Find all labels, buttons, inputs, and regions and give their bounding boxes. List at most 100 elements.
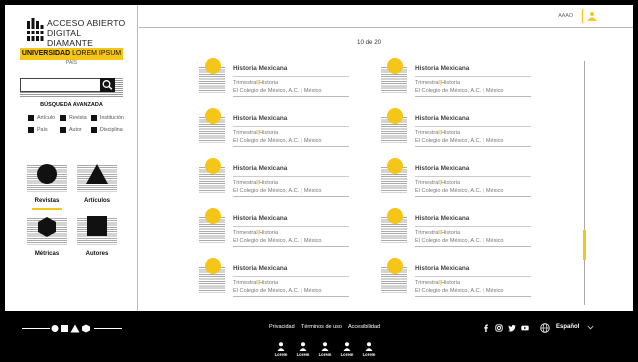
logo-line1: ACCESO ABIERTO [47, 18, 126, 28]
result-title[interactable]: Historia Mexicana [415, 265, 469, 272]
filter-articulo[interactable]: Artículo [28, 115, 55, 121]
result-frequency: Trimestral [233, 280, 258, 286]
result-discipline: Historia [441, 180, 461, 186]
meta-separator: | [482, 238, 485, 244]
card-bottom-rule [233, 96, 349, 97]
filter-disciplina[interactable]: Disciplina [91, 127, 123, 133]
result-card[interactable]: Historia Mexicana Trimestral|Historia El… [381, 58, 531, 97]
top-bar: AAAO [139, 5, 633, 28]
meta-separator: | [300, 188, 303, 194]
filter-label: Artículo [37, 115, 55, 121]
filter-label: Revista [69, 115, 87, 121]
result-discipline: Historia [259, 130, 279, 136]
result-meta-line1: Trimestral|Historia [415, 280, 460, 286]
filter-autor[interactable]: Autor [60, 127, 82, 133]
instagram-icon[interactable] [495, 324, 503, 332]
result-title[interactable]: Historia Mexicana [233, 65, 287, 72]
scrollbar-thumb[interactable] [583, 230, 586, 260]
result-meta-line2: El Colegio de México, A.C. | México [233, 88, 322, 94]
result-discipline: Historia [441, 230, 461, 236]
result-card[interactable]: Historia Mexicana Trimestral|Historia El… [381, 208, 531, 247]
card-divider [415, 76, 531, 77]
checkbox-icon[interactable] [60, 127, 66, 133]
twitter-icon[interactable] [508, 324, 516, 332]
scrollbar-track[interactable] [584, 61, 585, 305]
result-card[interactable]: Historia Mexicana Trimestral|Historia El… [381, 108, 531, 147]
meta-separator: | [300, 88, 303, 94]
checkbox-icon[interactable] [91, 115, 97, 121]
filter-revista[interactable]: Revista [60, 115, 87, 121]
result-country: México [485, 138, 504, 144]
checkbox-icon[interactable] [60, 115, 66, 121]
result-title[interactable]: Historia Mexicana [415, 115, 469, 122]
partner-item[interactable]: Lorem [273, 342, 289, 357]
result-frequency: Trimestral [233, 180, 258, 186]
result-frequency: Trimestral [233, 80, 258, 86]
card-divider [415, 226, 531, 227]
globe-icon[interactable] [540, 323, 550, 333]
category-label-revistas[interactable]: Revistas [22, 198, 72, 204]
logo-text: ACCESO ABIERTO DIGITAL DIAMANTE [47, 18, 127, 48]
search-button[interactable] [100, 78, 115, 92]
result-card[interactable]: Historia Mexicana Trimestral|Historia El… [199, 158, 349, 197]
logo-line2: DIGITAL DIAMANTE [47, 28, 94, 48]
chevron-down-icon[interactable] [587, 325, 594, 330]
result-card[interactable]: Historia Mexicana Trimestral|Historia El… [199, 258, 349, 297]
result-card[interactable]: Historia Mexicana Trimestral|Historia El… [199, 58, 349, 97]
category-label-metricas[interactable]: Métricas [22, 251, 72, 257]
meta-separator: | [482, 288, 485, 294]
category-label-articulos[interactable]: Artículos [72, 198, 122, 204]
footer-link-accesibilidad[interactable]: Accesibilidad [348, 324, 380, 330]
partner-item[interactable]: Lorem [339, 342, 355, 357]
footer-rule-left [22, 328, 50, 329]
search-input[interactable] [20, 78, 100, 92]
result-frequency: Trimestral [415, 180, 440, 186]
facebook-icon[interactable] [482, 324, 490, 332]
result-title[interactable]: Historia Mexicana [415, 215, 469, 222]
card-bottom-rule [415, 146, 531, 147]
result-country: México [303, 138, 322, 144]
result-meta-line1: Trimestral|Historia [233, 180, 278, 186]
card-divider [233, 226, 349, 227]
site-logo[interactable]: ACCESO ABIERTO DIGITAL DIAMANTE [27, 15, 127, 48]
result-institution: El Colegio de México, A.C. [415, 188, 482, 194]
checkbox-icon[interactable] [28, 127, 34, 133]
journal-dot-icon [387, 208, 403, 224]
checkbox-icon[interactable] [91, 127, 97, 133]
result-title[interactable]: Historia Mexicana [415, 65, 469, 72]
search-underline-decoration [20, 92, 123, 98]
result-card[interactable]: Historia Mexicana Trimestral|Historia El… [199, 108, 349, 147]
footer-link-privacidad[interactable]: Privacidad [269, 324, 295, 330]
user-icon[interactable] [587, 11, 597, 21]
filter-institucion[interactable]: Institución [91, 115, 124, 121]
result-title[interactable]: Historia Mexicana [415, 165, 469, 172]
language-selector[interactable]: Español [556, 324, 579, 330]
result-discipline: Historia [259, 280, 279, 286]
journal-dot-icon [205, 108, 221, 124]
footer-link-terminos[interactable]: Términos de uso [301, 324, 342, 330]
result-institution: El Colegio de México, A.C. [233, 288, 300, 294]
partner-item[interactable]: Lorem [361, 342, 377, 357]
result-title[interactable]: Historia Mexicana [233, 115, 287, 122]
result-discipline: Historia [441, 130, 461, 136]
meta-separator: | [482, 138, 485, 144]
result-card[interactable]: Historia Mexicana Trimestral|Historia El… [381, 158, 531, 197]
filter-pais[interactable]: País [28, 127, 48, 133]
card-bottom-rule [415, 96, 531, 97]
advanced-search-heading[interactable]: BÚSQUEDA AVANZADA [20, 102, 123, 108]
logo-mark-icon [27, 18, 44, 41]
youtube-icon[interactable] [521, 324, 529, 332]
partner-item[interactable]: Lorem [317, 342, 333, 357]
category-label-autores[interactable]: Autores [72, 251, 122, 257]
meta-separator: | [300, 138, 303, 144]
result-title[interactable]: Historia Mexicana [233, 215, 287, 222]
filter-label: Institución [100, 115, 124, 121]
result-card[interactable]: Historia Mexicana Trimestral|Historia El… [199, 208, 349, 247]
footer-shapes-logo-icon [51, 324, 90, 333]
result-title[interactable]: Historia Mexicana [233, 265, 287, 272]
checkbox-icon[interactable] [28, 115, 34, 121]
top-bar-label[interactable]: AAAO [558, 13, 573, 19]
result-title[interactable]: Historia Mexicana [233, 165, 287, 172]
result-card[interactable]: Historia Mexicana Trimestral|Historia El… [381, 258, 531, 297]
partner-item[interactable]: Lorem [295, 342, 311, 357]
